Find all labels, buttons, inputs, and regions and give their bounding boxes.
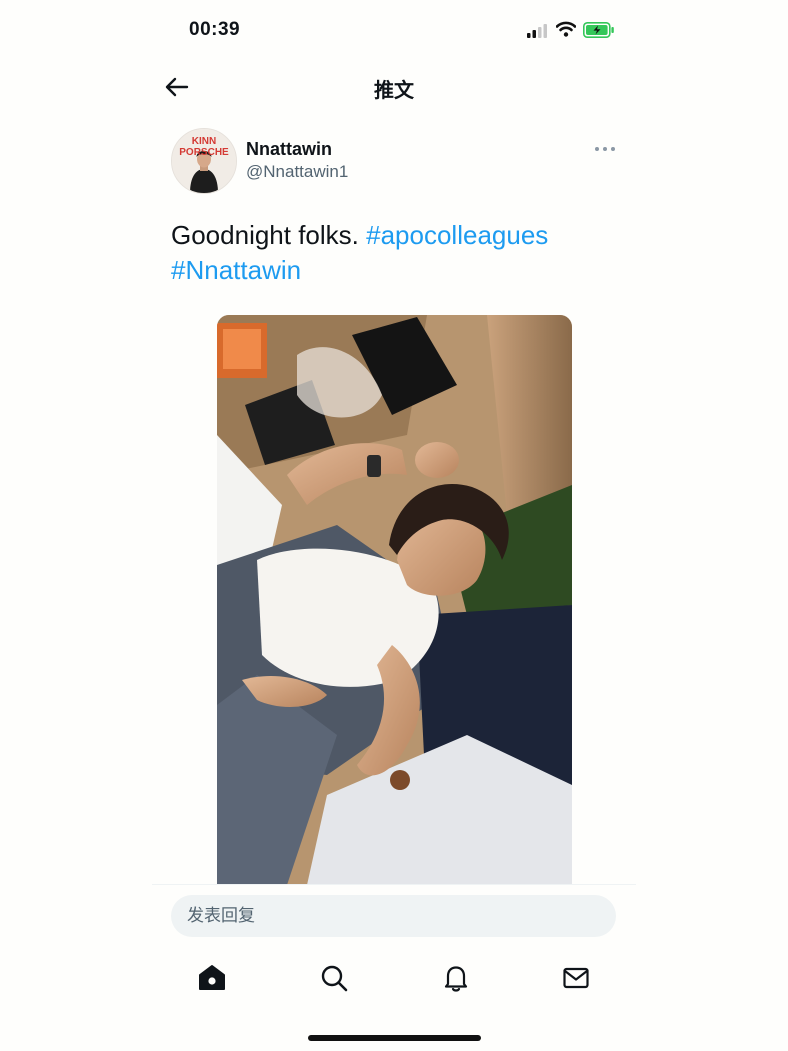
mail-icon[interactable] — [561, 963, 591, 993]
search-icon[interactable] — [319, 963, 349, 993]
status-bar: 00:39 — [0, 0, 788, 60]
signal-icon — [527, 24, 547, 38]
avatar-text-line1: KINN — [192, 136, 216, 147]
reply-input[interactable] — [171, 895, 616, 937]
photo-illustration — [217, 315, 572, 885]
page-title: 推文 — [374, 80, 414, 102]
home-icon[interactable] — [197, 963, 227, 993]
divider — [152, 884, 636, 885]
avatar-image: KINN PORSCHE — [172, 129, 236, 193]
battery-charging-icon — [583, 22, 614, 38]
author-display-name[interactable]: Nnattawin — [246, 139, 332, 160]
nav-bar: 推文 — [0, 60, 788, 112]
status-time: 00:39 — [189, 19, 241, 40]
wifi-icon — [556, 21, 576, 37]
tweet-photo[interactable] — [217, 315, 572, 885]
avatar[interactable]: KINN PORSCHE — [171, 128, 237, 194]
tweet-text: Goodnight folks. #apocolleagues #Nnattaw… — [171, 218, 611, 288]
bell-icon[interactable] — [441, 963, 471, 993]
arrow-left-icon[interactable] — [162, 72, 192, 102]
home-indicator — [308, 1035, 481, 1041]
more-horizontal-icon[interactable] — [592, 140, 618, 158]
hashtag-link[interactable]: #apocolleagues — [366, 220, 548, 250]
bottom-tab-bar — [0, 955, 788, 1005]
avatar-text-line2: PORSCHE — [179, 147, 229, 158]
author-handle[interactable]: @Nnattawin1 — [246, 162, 348, 182]
tweet-body: Goodnight folks. — [171, 220, 359, 250]
hashtag-link[interactable]: #Nnattawin — [171, 255, 301, 285]
